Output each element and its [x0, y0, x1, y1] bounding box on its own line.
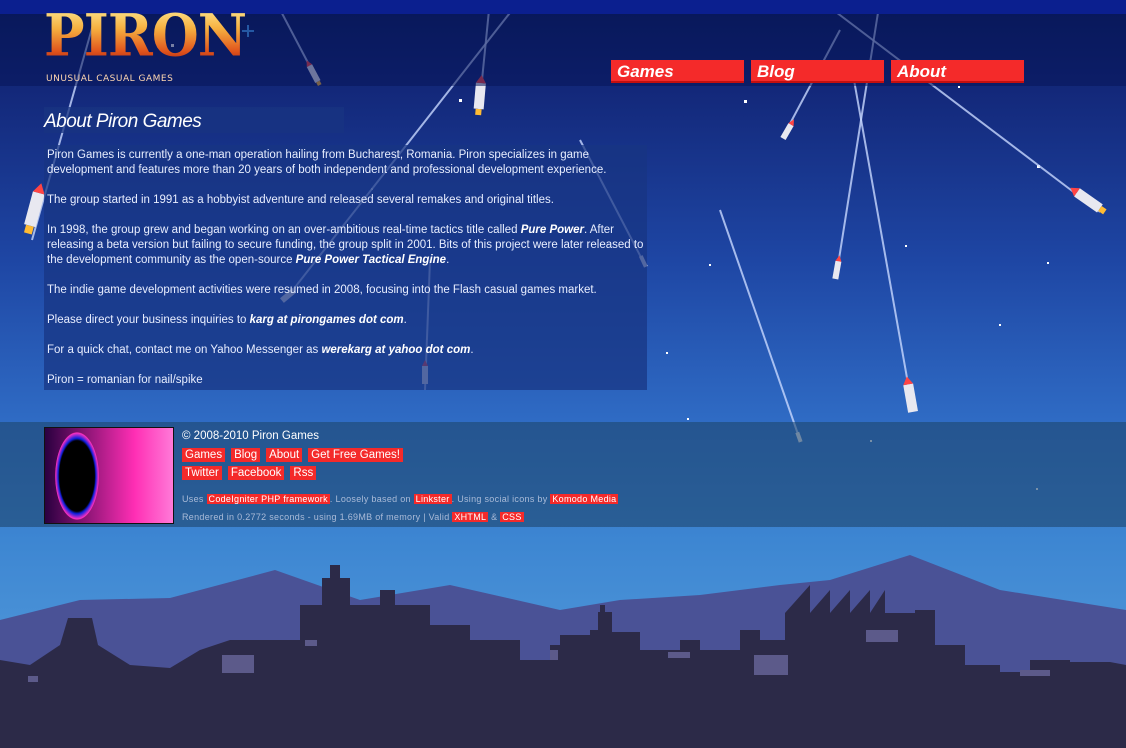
footer-link-free-games[interactable]: Get Free Games!	[308, 448, 404, 462]
footer-link-twitter[interactable]: Twitter	[182, 466, 222, 480]
paragraph-intro: Piron Games is currently a one-man opera…	[47, 149, 607, 176]
paragraph-flash: The indie game development activities we…	[47, 284, 597, 296]
text-span: Uses	[182, 494, 207, 504]
text-span: In 1998, the group grew and began workin…	[47, 224, 521, 236]
footer-link-about[interactable]: About	[266, 448, 303, 462]
logo-wordmark: PIRON	[44, 0, 247, 70]
nav-games[interactable]: Games	[611, 60, 744, 83]
footer-link-blog[interactable]: Blog	[231, 448, 261, 462]
css-link[interactable]: CSS	[500, 512, 524, 522]
text-span: Please direct your business inquiries to	[47, 314, 250, 326]
about-content: Piron Games is currently a one-man opera…	[44, 145, 647, 390]
footer-links-social: Twitter Facebook Rss	[182, 466, 317, 480]
copyright-text: © 2008-2010 Piron Games	[182, 430, 319, 442]
paragraph-business: Please direct your business inquiries to…	[47, 313, 644, 328]
footer-link-rss[interactable]: Rss	[290, 466, 317, 480]
text-span: .	[446, 254, 450, 266]
yahoo-handle: werekarg at yahoo dot com	[321, 344, 471, 356]
logo-tagline: UNUSUAL CASUAL GAMES	[46, 74, 174, 84]
komodo-media-link[interactable]: Komodo Media	[550, 494, 619, 504]
pure-power-engine-link[interactable]: Pure Power Tactical Engine	[296, 254, 446, 266]
text-span: . Using social icons by	[451, 494, 551, 504]
text-span: For a quick chat, contact me on Yahoo Me…	[47, 344, 322, 356]
nav-about[interactable]: About	[891, 60, 1024, 83]
xhtml-link[interactable]: XHTML	[452, 512, 489, 522]
main-nav: Games Blog About	[611, 60, 1024, 83]
text-span: .	[403, 314, 407, 326]
pure-power-title: Pure Power	[520, 224, 584, 236]
text-span: &	[488, 512, 501, 522]
paragraph-history: The group started in 1991 as a hobbyist …	[47, 194, 554, 206]
footer-link-facebook[interactable]: Facebook	[227, 466, 285, 480]
text-span: . Loosely based on	[329, 494, 414, 504]
footer-credits: Uses CodeIgniter PHP framework. Loosely …	[182, 494, 619, 504]
business-email: karg at pirongames dot com	[249, 314, 404, 326]
nav-blog[interactable]: Blog	[751, 60, 884, 83]
linkster-link[interactable]: Linkster	[413, 494, 452, 504]
site-logo[interactable]: PIRON UNUSUAL CASUAL GAMES	[44, 3, 247, 85]
paragraph-chat: For a quick chat, contact me on Yahoo Me…	[47, 343, 644, 358]
codeigniter-link[interactable]: CodeIgniter PHP framework	[206, 494, 330, 504]
footer-render-info: Rendered in 0.2772 seconds - using 1.69M…	[182, 512, 524, 522]
footer-game-image[interactable]	[44, 427, 174, 524]
footer-links-primary: Games Blog About Get Free Games!	[182, 448, 404, 462]
paragraph-pure-power: In 1998, the group grew and began workin…	[47, 223, 644, 268]
text-span: Rendered in 0.2772 seconds - using 1.69M…	[182, 512, 453, 522]
paragraph-name-meaning: Piron = romanian for nail/spike	[47, 374, 203, 386]
page-title: About Piron Games	[44, 107, 344, 133]
text-span: .	[470, 344, 474, 356]
footer-link-games[interactable]: Games	[182, 448, 226, 462]
